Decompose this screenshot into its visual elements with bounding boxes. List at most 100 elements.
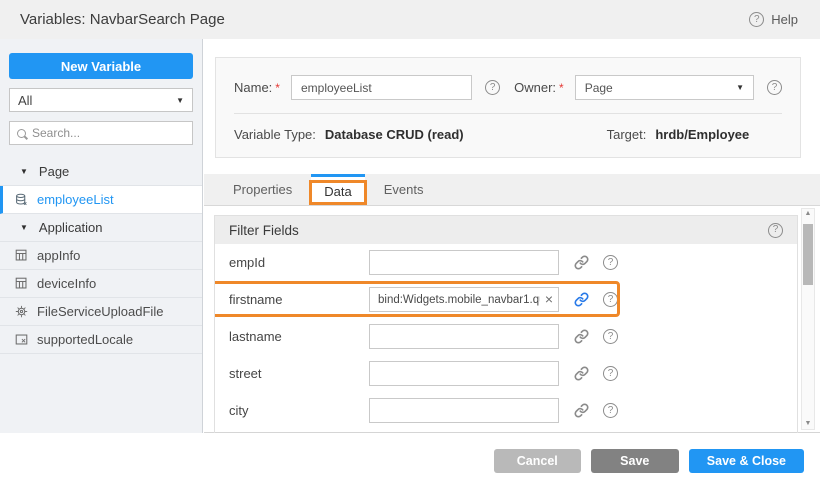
bind-link-icon[interactable] [574, 292, 589, 307]
filter-field-input[interactable] [369, 250, 559, 275]
save-close-button[interactable]: Save & Close [689, 449, 804, 473]
filter-field-help-icon[interactable]: ? [603, 329, 618, 344]
scrollbar-thumb[interactable] [803, 224, 813, 285]
filter-row-empid: empId? [215, 244, 797, 281]
bind-link-icon[interactable] [574, 366, 589, 381]
filter-row-city: city? [215, 392, 797, 429]
filter-field-label: firstname [229, 292, 369, 307]
tab-properties[interactable]: Properties [214, 174, 311, 205]
owner-help-icon[interactable]: ? [767, 80, 782, 95]
tab-label: Data [324, 184, 351, 199]
help-icon: ? [749, 12, 764, 27]
filter-field-help-icon[interactable]: ? [603, 292, 618, 307]
tree-group-label: Application [39, 220, 103, 235]
filter-field-help-icon[interactable]: ? [603, 255, 618, 270]
search-box [9, 121, 193, 145]
owner-select[interactable]: Page ▼ [575, 75, 754, 100]
database-icon [14, 193, 28, 206]
filter-field-help-icon[interactable]: ? [603, 403, 618, 418]
filter-fields-section: Filter Fields ? empId?firstname×?lastnam… [214, 215, 798, 433]
filter-field-input[interactable] [369, 324, 559, 349]
sidebar-item-appinfo[interactable]: appInfo [0, 242, 202, 270]
filter-field-label: lastname [229, 329, 369, 344]
help-button[interactable]: ? Help [749, 12, 798, 27]
filter-row-firstname: firstname ×? [215, 281, 797, 318]
sidebar-item-employeelist[interactable]: employeeList [0, 186, 202, 214]
search-input[interactable] [32, 126, 182, 140]
sidebar-item-fileserviceuploadfile[interactable]: FileServiceUploadFile [0, 298, 202, 326]
filter-field-input[interactable] [369, 398, 559, 423]
filter-field-input-wrap: × [369, 287, 559, 312]
target-label: Target: [607, 127, 647, 142]
filter-field-input-wrap [369, 361, 559, 386]
variable-name-input[interactable] [291, 75, 472, 100]
grid-icon [14, 277, 28, 290]
filter-fields-header: Filter Fields ? [215, 216, 797, 244]
scroll-down-icon[interactable]: ▼ [805, 419, 812, 429]
filter-fields-title: Filter Fields [229, 223, 299, 238]
owner-value: Page [585, 81, 613, 95]
sidebar-item-label: appInfo [37, 248, 80, 263]
variable-type-value: Database CRUD (read) [325, 127, 464, 142]
filter-field-input-wrap [369, 324, 559, 349]
filter-field-input[interactable] [369, 361, 559, 386]
variable-type-filter-value: All [18, 93, 32, 108]
variable-type-filter-select[interactable]: All ▼ [9, 88, 193, 112]
filter-field-input[interactable] [369, 287, 559, 312]
filter-fields-rows: empId?firstname×?lastname?street?city? [215, 244, 797, 429]
chevron-down-icon: ▼ [736, 83, 744, 92]
bind-link-icon[interactable] [574, 403, 589, 418]
filter-field-label: street [229, 366, 369, 381]
filter-row-lastname: lastname? [215, 318, 797, 355]
gear-icon [14, 305, 28, 318]
page-title: Variables: NavbarSearch Page [20, 11, 225, 28]
locale-icon [14, 333, 28, 346]
tree-group-application[interactable]: ▼ Application [0, 214, 202, 242]
required-asterisk: * [275, 81, 280, 95]
variable-type-label: Variable Type: [234, 127, 316, 142]
variable-detail-panel: Name:* ? Owner:* Page ▼ ? Variable Type:… [204, 39, 820, 433]
vertical-scrollbar[interactable]: ▲ ▼ [801, 208, 815, 430]
bind-link-icon[interactable] [574, 255, 589, 270]
sidebar-item-label: supportedLocale [37, 332, 133, 347]
name-label: Name:* [234, 80, 280, 95]
filter-field-input-wrap [369, 398, 559, 423]
tab-label: Events [384, 182, 424, 197]
detail-tabbar: Properties Data Events [204, 174, 820, 206]
collapse-icon: ▼ [20, 223, 28, 232]
help-label: Help [771, 12, 798, 27]
clear-binding-icon[interactable]: × [541, 288, 557, 309]
panel-divider [234, 113, 782, 114]
cancel-button[interactable]: Cancel [494, 449, 581, 473]
sidebar-item-label: FileServiceUploadFile [37, 304, 163, 319]
sidebar-item-deviceinfo[interactable]: deviceInfo [0, 270, 202, 298]
owner-label: Owner:* [514, 80, 564, 95]
filter-fields-help-icon[interactable]: ? [768, 223, 783, 238]
bind-link-icon[interactable] [574, 329, 589, 344]
scrollbar-track[interactable] [802, 219, 814, 419]
dialog-footer: Cancel Save Save & Close [0, 433, 820, 490]
sidebar-item-label: employeeList [37, 192, 114, 207]
new-variable-button[interactable]: New Variable [9, 53, 193, 79]
variables-sidebar: New Variable All ▼ ▼ Page employeeList ▼ App… [0, 39, 203, 433]
sidebar-item-supportedlocale[interactable]: supportedLocale [0, 326, 202, 354]
tab-label: Properties [233, 182, 292, 197]
filter-field-input-wrap [369, 250, 559, 275]
name-help-icon[interactable]: ? [485, 80, 500, 95]
scroll-up-icon[interactable]: ▲ [805, 209, 812, 219]
sidebar-item-label: deviceInfo [37, 276, 96, 291]
search-icon [17, 129, 26, 138]
variables-tree: ▼ Page employeeList ▼ Application appInfo devi… [0, 158, 202, 354]
grid-icon [14, 249, 28, 262]
tree-group-label: Page [39, 164, 69, 179]
required-asterisk: * [559, 81, 564, 95]
filter-field-help-icon[interactable]: ? [603, 366, 618, 381]
save-button[interactable]: Save [591, 449, 679, 473]
filter-field-label: empId [229, 255, 369, 270]
target-value: hrdb/Employee [655, 127, 749, 142]
collapse-icon: ▼ [20, 167, 28, 176]
tab-events[interactable]: Events [365, 174, 443, 205]
tree-group-page[interactable]: ▼ Page [0, 158, 202, 186]
data-tab-content: Filter Fields ? empId?firstname×?lastnam… [204, 206, 820, 433]
tab-data[interactable]: Data [311, 174, 364, 205]
